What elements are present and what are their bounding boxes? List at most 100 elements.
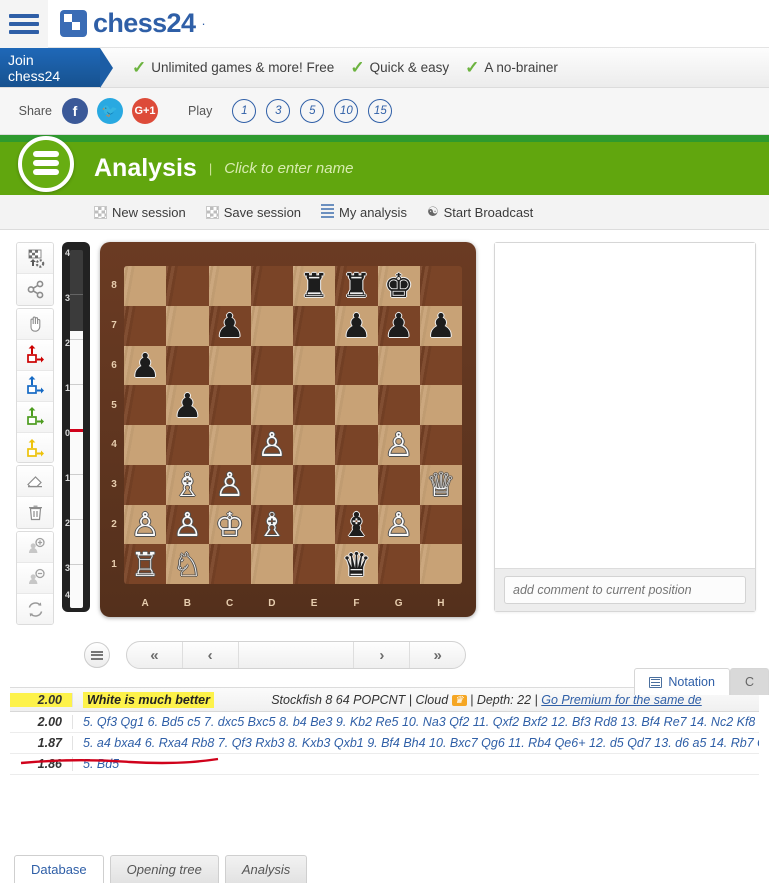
black-pawn-piece[interactable]: ♟ xyxy=(384,309,414,342)
board-square-b8[interactable] xyxy=(166,266,209,306)
chess-board[interactable]: 8 7 6 5 4 3 2 1 ♜ ♜ ♚ ♟ ♟ ♟ ♟ ♟ ♟ ♙ ♙ ♗ ♙ ♕ ♙ ♙ ♔ ♗ ♝ ♙ ♖ ♘ ♛ … xyxy=(100,242,476,617)
board-square-d3[interactable] xyxy=(250,464,293,505)
board-square-b2[interactable]: ♙ xyxy=(166,504,209,545)
white-pawn-piece[interactable]: ♙ xyxy=(384,508,414,541)
session-name-input[interactable]: Click to enter name xyxy=(224,160,353,177)
flip-board-icon[interactable] xyxy=(17,593,53,624)
board-square-d2[interactable]: ♗ xyxy=(250,504,293,545)
time-control-5[interactable]: 5 xyxy=(300,99,325,123)
board-square-f1[interactable]: ♛ xyxy=(335,544,378,584)
twitter-share-icon[interactable]: 🐦 xyxy=(97,98,123,124)
board-square-g2[interactable]: ♙ xyxy=(377,504,420,545)
board-square-c1[interactable] xyxy=(208,544,251,584)
board-square-b3[interactable]: ♗ xyxy=(166,464,209,505)
move-slider[interactable] xyxy=(239,642,355,668)
trash-icon[interactable] xyxy=(17,497,53,528)
board-square-c4[interactable] xyxy=(208,425,251,465)
board-square-e3[interactable] xyxy=(293,464,336,505)
share-position-icon[interactable] xyxy=(17,274,53,305)
tab-database[interactable]: Database xyxy=(14,855,104,883)
add-piece-icon[interactable] xyxy=(17,531,53,563)
board-menu-button[interactable] xyxy=(84,642,110,668)
board-square-e1[interactable] xyxy=(293,544,336,584)
board-square-f2[interactable]: ♝ xyxy=(335,504,378,545)
white-pawn-piece[interactable]: ♙ xyxy=(130,508,160,541)
white-rook-piece[interactable]: ♖ xyxy=(130,548,160,581)
engine-line[interactable]: 1.87 5. a4 bxa4 6. Rxa4 Rb8 7. Qf3 Rxb3 … xyxy=(10,733,759,754)
tab-notation[interactable]: Notation xyxy=(634,668,730,695)
white-bishop-piece[interactable]: ♗ xyxy=(173,468,203,501)
board-square-a8[interactable] xyxy=(124,266,167,306)
board-square-h5[interactable] xyxy=(419,385,462,425)
my-analysis-button[interactable]: My analysis xyxy=(321,204,407,220)
white-pawn-piece[interactable]: ♙ xyxy=(215,468,245,501)
board-squares[interactable]: ♜ ♜ ♚ ♟ ♟ ♟ ♟ ♟ ♟ ♙ ♙ ♗ ♙ ♕ ♙ ♙ ♔ ♗ ♝ ♙ ♖ ♘ ♛ xyxy=(124,266,462,584)
white-king-piece[interactable]: ♔ xyxy=(215,508,245,541)
white-pawn-piece[interactable]: ♙ xyxy=(173,508,203,541)
menu-button[interactable] xyxy=(0,0,48,48)
black-pawn-piece[interactable]: ♟ xyxy=(173,389,203,422)
white-bishop-piece[interactable]: ♗ xyxy=(257,508,287,541)
board-square-e5[interactable] xyxy=(293,385,336,425)
board-square-g1[interactable] xyxy=(377,544,420,584)
board-square-c5[interactable] xyxy=(208,385,251,425)
save-session-button[interactable]: Save session xyxy=(205,205,301,220)
comment-input[interactable] xyxy=(504,576,746,604)
hand-move-icon[interactable] xyxy=(17,308,53,340)
board-square-h3[interactable]: ♕ xyxy=(419,464,462,505)
board-square-c6[interactable] xyxy=(208,345,251,386)
board-square-c2[interactable]: ♔ xyxy=(208,504,251,545)
facebook-share-icon[interactable]: f xyxy=(62,98,88,124)
new-session-button[interactable]: New session xyxy=(94,205,186,220)
board-square-e8[interactable]: ♜ xyxy=(293,266,336,306)
board-square-a4[interactable] xyxy=(124,425,167,465)
arrow-yellow-icon[interactable] xyxy=(17,432,53,463)
board-square-d8[interactable] xyxy=(250,266,293,306)
black-queen-piece[interactable]: ♛ xyxy=(342,548,372,581)
board-square-a1[interactable]: ♖ xyxy=(124,544,167,584)
board-square-a3[interactable] xyxy=(124,464,167,505)
site-logo[interactable]: chess24 · xyxy=(48,8,206,39)
next-move-button[interactable]: › xyxy=(354,642,411,668)
notation-movelist[interactable] xyxy=(495,243,755,568)
black-pawn-piece[interactable]: ♟ xyxy=(426,309,456,342)
board-square-g5[interactable] xyxy=(377,385,420,425)
board-square-f4[interactable] xyxy=(335,425,378,465)
board-square-c7[interactable]: ♟ xyxy=(208,305,251,346)
white-pawn-piece[interactable]: ♙ xyxy=(257,428,287,461)
board-square-b5[interactable]: ♟ xyxy=(166,385,209,425)
engine-line-moves[interactable]: 5. a4 bxa4 6. Rxa4 Rb8 7. Qf3 Rxb3 8. Kx… xyxy=(72,736,759,750)
black-bishop-piece[interactable]: ♝ xyxy=(342,508,372,541)
tab-chat[interactable]: C xyxy=(729,668,769,695)
board-square-g4[interactable]: ♙ xyxy=(377,425,420,465)
black-pawn-piece[interactable]: ♟ xyxy=(130,349,160,382)
black-king-piece[interactable]: ♚ xyxy=(384,269,414,302)
time-control-10[interactable]: 10 xyxy=(334,99,359,123)
board-square-g3[interactable] xyxy=(377,464,420,505)
board-square-d7[interactable] xyxy=(250,305,293,346)
board-square-e6[interactable] xyxy=(293,345,336,386)
engine-line-moves[interactable]: 5. Qf3 Qg1 6. Bd5 c5 7. dxc5 Bxc5 8. b4 … xyxy=(72,715,755,729)
eraser-icon[interactable] xyxy=(17,466,53,498)
white-knight-piece[interactable]: ♘ xyxy=(173,548,203,581)
black-rook-piece[interactable]: ♜ xyxy=(342,269,372,302)
board-square-a5[interactable] xyxy=(124,385,167,425)
board-square-h8[interactable] xyxy=(419,266,462,306)
board-square-f3[interactable] xyxy=(335,464,378,505)
board-square-b1[interactable]: ♘ xyxy=(166,544,209,584)
previous-move-button[interactable]: ‹ xyxy=(183,642,239,668)
board-square-d4[interactable]: ♙ xyxy=(250,425,293,465)
board-square-a6[interactable]: ♟ xyxy=(124,345,167,386)
time-control-1[interactable]: 1 xyxy=(232,99,257,123)
board-square-h1[interactable] xyxy=(419,544,462,584)
board-square-c3[interactable]: ♙ xyxy=(208,464,251,505)
first-move-button[interactable]: « xyxy=(127,642,183,668)
board-square-h7[interactable]: ♟ xyxy=(419,305,462,346)
googleplus-share-icon[interactable]: G+1 xyxy=(132,98,158,124)
remove-piece-icon[interactable] xyxy=(17,562,53,594)
time-control-15[interactable]: 15 xyxy=(368,99,393,123)
tab-analysis[interactable]: Analysis xyxy=(224,855,308,883)
board-square-e7[interactable] xyxy=(293,305,336,346)
board-square-h2[interactable] xyxy=(419,504,462,545)
time-control-3[interactable]: 3 xyxy=(266,99,291,123)
